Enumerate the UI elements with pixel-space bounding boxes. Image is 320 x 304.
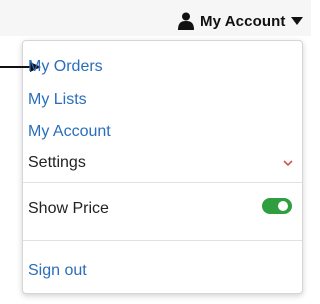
menu-item-my-lists[interactable]: My Lists xyxy=(28,90,87,110)
show-price-toggle[interactable] xyxy=(262,198,292,214)
menu-divider xyxy=(23,240,302,241)
menu-item-settings[interactable]: Settings xyxy=(28,153,86,173)
chevron-down-icon[interactable] xyxy=(283,159,293,167)
page: My Account My Orders My Lists My Account… xyxy=(0,0,311,304)
sign-out-link[interactable]: Sign out xyxy=(28,261,87,281)
user-icon xyxy=(178,12,194,30)
menu-item-my-account[interactable]: My Account xyxy=(28,122,111,142)
my-account-label: My Account xyxy=(200,12,286,30)
toggle-knob xyxy=(278,201,288,211)
show-price-label: Show Price xyxy=(28,200,109,217)
menu-item-my-orders[interactable]: My Orders xyxy=(28,57,103,77)
menu-divider xyxy=(23,182,302,183)
my-account-button[interactable]: My Account xyxy=(178,10,304,32)
caret-down-icon xyxy=(291,17,304,25)
